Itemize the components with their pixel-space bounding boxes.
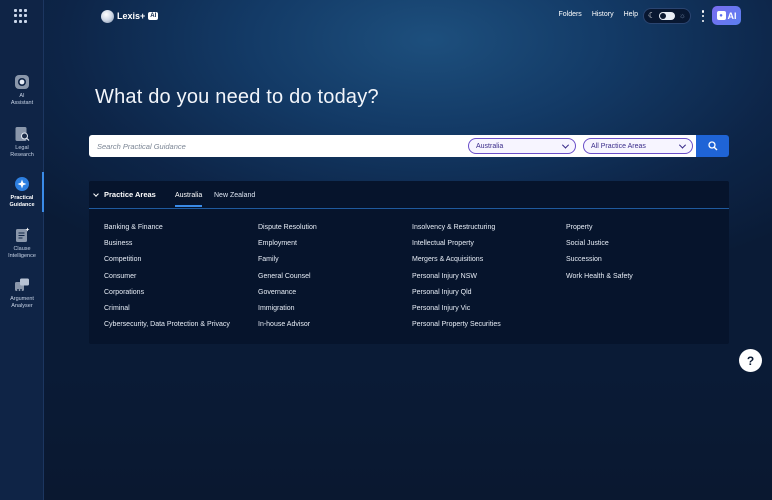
practice-area-link[interactable]: Governance (258, 289, 408, 305)
practice-areas-panel: Practice Areas Australia New Zealand Ban… (89, 181, 729, 344)
sidebar-item-argument-analyser[interactable]: Argument Analyser (0, 277, 44, 310)
practical-guidance-icon (14, 176, 30, 192)
practice-area-column-2: Dispute Resolution Employment Family Genera… (258, 224, 408, 337)
practice-area-link[interactable]: Banking & Finance (104, 224, 254, 240)
ai-assistant-icon (14, 74, 30, 90)
practice-area-link[interactable]: Criminal (104, 305, 254, 321)
practice-area-link[interactable]: Employment (258, 240, 408, 256)
practice-area-column-1: Banking & Finance Business Competition Cons… (104, 224, 254, 337)
practice-area-link[interactable]: Personal Injury Vic (412, 305, 562, 321)
practice-area-link[interactable]: Cybersecurity, Data Protection & Privacy (104, 321, 254, 337)
practice-area-column-3: Insolvency & Restructuring Intellectual P… (412, 224, 562, 337)
sidebar-item-label: Practical Guidance (9, 195, 35, 208)
clause-intelligence-icon (14, 227, 30, 243)
tab-australia[interactable]: Australia (175, 192, 203, 207)
sun-icon: ☼ (678, 11, 686, 20)
lexis-logo[interactable]: Lexis+ AI (101, 9, 159, 23)
active-indicator (42, 172, 44, 212)
chevron-down-icon (561, 141, 570, 149)
chevron-down-icon (678, 141, 687, 149)
practice-area-link[interactable]: Intellectual Property (412, 240, 562, 256)
practice-area-link[interactable]: Personal Injury NSW (412, 273, 562, 289)
sidebar-item-label: Legal Research (10, 145, 34, 158)
practice-area-select[interactable]: All Practice Areas (583, 138, 693, 154)
ai-button-label: AI (727, 10, 737, 21)
moon-icon: ☾ (648, 11, 656, 20)
practice-area-link[interactable]: Insolvency & Restructuring (412, 224, 562, 240)
argument-analyser-icon (14, 277, 30, 293)
sidebar: AI Assistant Legal Research Practical Gu… (0, 0, 44, 500)
panel-header: Practice Areas Australia New Zealand (89, 181, 729, 209)
nav-history[interactable]: History (592, 11, 614, 18)
practice-area-link[interactable]: Competition (104, 256, 254, 272)
more-options-icon[interactable] (701, 10, 705, 22)
practice-area-link[interactable]: Immigration (258, 305, 408, 321)
nav-help[interactable]: Help (624, 11, 638, 18)
logo-text: Lexis+ (117, 11, 146, 21)
jurisdiction-value: Australia (476, 142, 504, 150)
practice-area-link[interactable]: In-house Advisor (258, 321, 408, 337)
practice-areas-toggle[interactable]: Practice Areas (93, 190, 156, 199)
practice-area-link[interactable]: Succession (566, 256, 716, 272)
practice-area-column-4: Property Social Justice Succession Work Hea… (566, 224, 716, 289)
top-nav: Folders History Help (558, 11, 638, 18)
logo-ai-badge: AI (148, 12, 159, 20)
practice-area-link[interactable]: Business (104, 240, 254, 256)
practice-area-value: All Practice Areas (591, 142, 646, 150)
theme-switch[interactable] (659, 12, 675, 20)
sidebar-item-clause-intelligence[interactable]: Clause Intelligence (0, 227, 44, 260)
nav-folders[interactable]: Folders (558, 11, 581, 18)
practice-area-link[interactable]: Family (258, 256, 408, 272)
practice-area-link[interactable]: Dispute Resolution (258, 224, 408, 240)
practice-area-link[interactable]: Work Health & Safety (566, 273, 716, 289)
chevron-down-icon (93, 190, 99, 197)
sidebar-item-label: AI Assistant (10, 93, 34, 106)
theme-toggle[interactable]: ☾ ☼ (643, 8, 691, 24)
ai-button[interactable]: ● AI (712, 6, 741, 25)
practice-area-link[interactable]: Social Justice (566, 240, 716, 256)
help-button[interactable]: ? (739, 349, 762, 372)
practice-area-link[interactable]: Personal Injury Qld (412, 289, 562, 305)
sidebar-item-ai-assistant[interactable]: AI Assistant (0, 74, 44, 107)
sidebar-item-practical-guidance[interactable]: Practical Guidance (0, 176, 44, 209)
practice-area-link[interactable]: Consumer (104, 273, 254, 289)
search-bar: Australia All Practice Areas (89, 135, 696, 157)
practice-area-link[interactable]: Mergers & Acquisitions (412, 256, 562, 272)
sidebar-item-label: Clause Intelligence (8, 246, 36, 259)
search-icon (707, 141, 717, 151)
app-launcher-grid-icon[interactable] (14, 9, 28, 23)
search-input[interactable] (97, 135, 457, 157)
logo-orb-icon (101, 9, 114, 23)
sidebar-item-legal-research[interactable]: Legal Research (0, 126, 44, 159)
background-fade (0, 370, 772, 500)
practice-area-link[interactable]: Corporations (104, 289, 254, 305)
tab-new-zealand[interactable]: New Zealand (214, 192, 255, 205)
practice-area-link[interactable]: Property (566, 224, 716, 240)
ai-assistant-mini-icon: ● (716, 11, 726, 20)
practice-area-link[interactable]: Personal Property Securities (412, 321, 562, 337)
legal-research-icon (14, 126, 30, 142)
sidebar-item-label: Argument Analyser (10, 296, 34, 309)
practice-area-link[interactable]: General Counsel (258, 273, 408, 289)
panel-title-label: Practice Areas (104, 190, 156, 199)
jurisdiction-select[interactable]: Australia (468, 138, 576, 154)
search-button[interactable] (696, 135, 729, 157)
page-title: What do you need to do today? (95, 86, 379, 108)
